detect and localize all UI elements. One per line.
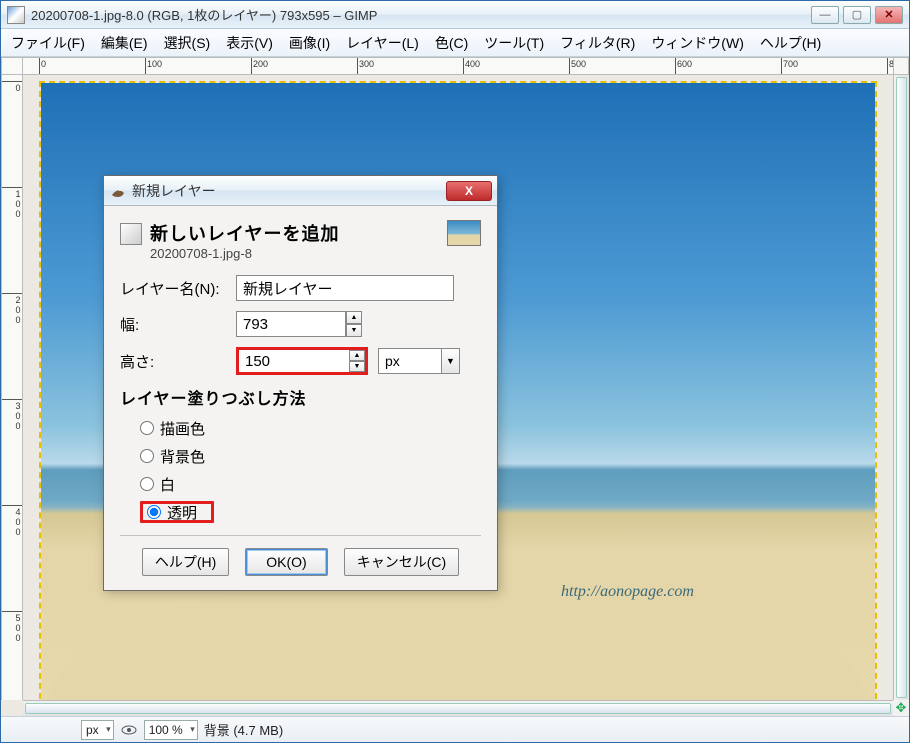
unit-value: px (385, 353, 400, 369)
height-step-down[interactable]: ▼ (349, 361, 365, 372)
ruler-h-tick: 700 (781, 58, 798, 74)
width-label: 幅: (120, 314, 236, 335)
status-zoom-dropdown[interactable]: 100 % (144, 720, 198, 740)
dialog-header: 新しいレイヤーを追加 20200708-1.jpg-8 (120, 220, 481, 261)
new-layer-dialog: 新規レイヤー X 新しいレイヤーを追加 20200708-1.jpg-8 レイヤ… (103, 175, 498, 591)
fill-white-radio[interactable] (140, 477, 154, 491)
ruler-h-tick: 100 (145, 58, 162, 74)
status-unit-dropdown[interactable]: px (81, 720, 114, 740)
help-button[interactable]: ヘルプ(H) (142, 548, 229, 576)
ruler-h-tick: 200 (251, 58, 268, 74)
menu-image[interactable]: 画像(I) (283, 31, 336, 55)
chevron-down-icon[interactable]: ▼ (441, 349, 459, 373)
fill-section-title: レイヤー塗りつぶし方法 (120, 385, 481, 409)
minimize-button[interactable]: — (811, 6, 839, 24)
dialog-thumbnail (447, 220, 481, 246)
height-step-up[interactable]: ▲ (349, 350, 365, 361)
status-layer-label: 背景 (4.7 MB) (204, 720, 283, 739)
ruler-h-tick: 500 (569, 58, 586, 74)
ruler-v-tick: 200 (2, 293, 22, 325)
layer-name-label: レイヤー名(N): (120, 278, 236, 299)
statusbar: px 100 % 背景 (4.7 MB) (1, 716, 909, 742)
dialog-heading: 新しいレイヤーを追加 (150, 220, 339, 246)
menu-color[interactable]: 色(C) (429, 31, 474, 55)
ok-button[interactable]: OK(O) (245, 548, 327, 576)
width-step-up[interactable]: ▲ (346, 311, 362, 324)
fill-radio-group: 描画色 背景色 白 透明 (120, 417, 481, 523)
row-width: 幅: ▲ ▼ (120, 311, 481, 337)
vscroll-thumb[interactable] (896, 77, 907, 698)
fill-background-radio[interactable] (140, 449, 154, 463)
maximize-button[interactable]: ▢ (843, 6, 871, 24)
close-button[interactable]: ✕ (875, 6, 903, 24)
menu-layer[interactable]: レイヤー(L) (340, 31, 425, 55)
fill-background-label: 背景色 (160, 446, 205, 467)
fill-foreground-radio[interactable] (140, 421, 154, 435)
window-title: 20200708-1.jpg-8.0 (RGB, 1枚のレイヤー) 793x59… (31, 5, 377, 24)
row-layer-name: レイヤー名(N): (120, 275, 481, 301)
ruler-v-tick: 0 (2, 81, 22, 93)
fill-transparent[interactable]: 透明 (140, 501, 214, 523)
layer-name-input[interactable] (236, 275, 454, 301)
menu-file[interactable]: ファイル(F) (5, 31, 91, 55)
menu-filter[interactable]: フィルタ(R) (554, 31, 641, 55)
dialog-title: 新規レイヤー (132, 181, 216, 201)
ruler-h-tick: 800 (887, 58, 893, 74)
ruler-h-tick: 0 (39, 58, 46, 74)
titlebar: 20200708-1.jpg-8.0 (RGB, 1枚のレイヤー) 793x59… (1, 1, 909, 29)
ruler-corner-topright (893, 57, 909, 75)
dialog-close-button[interactable]: X (446, 181, 492, 201)
ruler-origin-corner[interactable] (1, 57, 23, 75)
ruler-h-tick: 400 (463, 58, 480, 74)
gimp-dialog-icon (110, 183, 126, 199)
status-zoom-value: 100 % (149, 723, 183, 737)
gimp-icon (7, 6, 25, 24)
ruler-v-tick: 400 (2, 505, 22, 537)
width-step-down[interactable]: ▼ (346, 324, 362, 337)
ruler-v-tick: 300 (2, 399, 22, 431)
ruler-v-tick: 100 (2, 187, 22, 219)
cancel-button[interactable]: キャンセル(C) (344, 548, 459, 576)
ruler-v-tick: 500 (2, 611, 22, 643)
menu-view[interactable]: 表示(V) (220, 31, 279, 55)
menubar: ファイル(F) 編集(E) 選択(S) 表示(V) 画像(I) レイヤー(L) … (1, 29, 909, 57)
divider (120, 535, 481, 536)
fill-background[interactable]: 背景色 (140, 445, 481, 467)
dialog-titlebar[interactable]: 新規レイヤー X (104, 176, 497, 206)
menu-tools[interactable]: ツール(T) (478, 31, 550, 55)
vertical-scrollbar[interactable] (893, 75, 909, 700)
ruler-vertical[interactable]: 0 100 200 300 400 500 (1, 75, 23, 700)
menu-edit[interactable]: 編集(E) (95, 31, 154, 55)
menu-window[interactable]: ウィンドウ(W) (645, 31, 750, 55)
ruler-h-tick: 600 (675, 58, 692, 74)
height-input[interactable] (239, 350, 349, 372)
layer-icon (120, 223, 142, 245)
dialog-button-row: ヘルプ(H) OK(O) キャンセル(C) (120, 548, 481, 576)
menu-help[interactable]: ヘルプ(H) (754, 31, 827, 55)
eye-icon[interactable] (120, 721, 138, 739)
navigation-corner-icon[interactable]: ✥ (893, 700, 909, 716)
ruler-horizontal[interactable]: 0 100 200 300 400 500 600 700 800 (23, 57, 893, 75)
ruler-h-tick: 300 (357, 58, 374, 74)
height-label: 高さ: (120, 351, 236, 372)
fill-foreground[interactable]: 描画色 (140, 417, 481, 439)
fill-transparent-label: 透明 (167, 502, 197, 523)
hscroll-thumb[interactable] (25, 703, 891, 714)
fill-white-label: 白 (160, 474, 175, 495)
horizontal-scrollbar[interactable] (23, 700, 893, 716)
status-unit-value: px (86, 723, 99, 737)
fill-foreground-label: 描画色 (160, 418, 205, 439)
fill-white[interactable]: 白 (140, 473, 481, 495)
unit-dropdown[interactable]: px ▼ (378, 348, 460, 374)
fill-transparent-radio[interactable] (147, 505, 161, 519)
watermark-text: http://aonopage.com (561, 583, 694, 601)
dialog-subheading: 20200708-1.jpg-8 (150, 246, 339, 261)
width-input[interactable] (236, 311, 346, 337)
row-height: 高さ: ▲ ▼ px ▼ (120, 347, 481, 375)
menu-select[interactable]: 選択(S) (158, 31, 217, 55)
